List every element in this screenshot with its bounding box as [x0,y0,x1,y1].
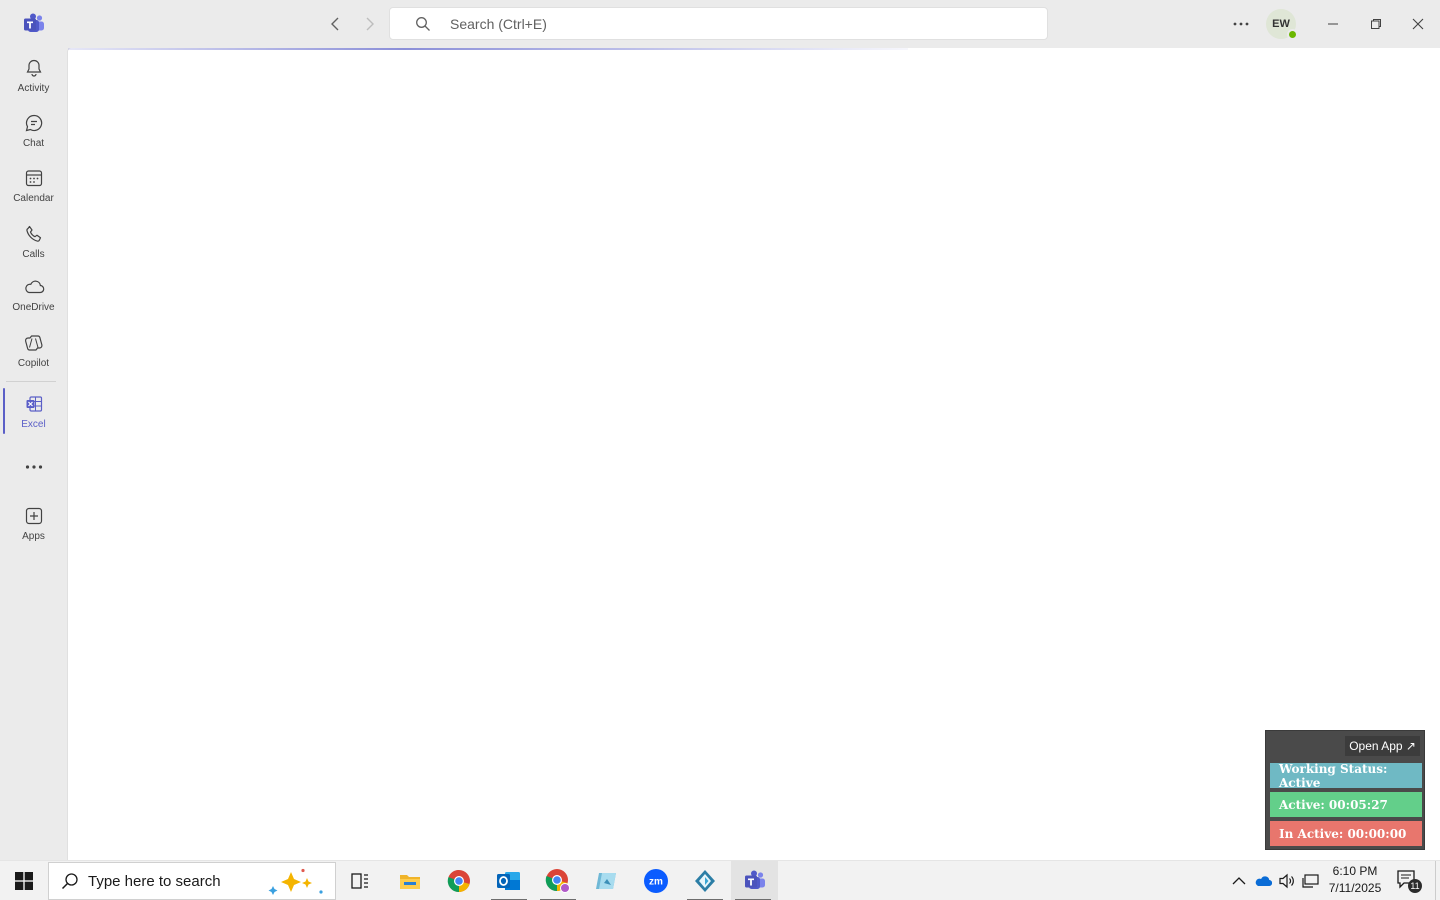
more-apps-icon[interactable] [22,455,46,479]
system-clock[interactable]: 6:10 PM 7/11/2025 [1322,863,1388,899]
sidebar-item-activity[interactable]: Activity [0,50,67,100]
clock-date: 7/11/2025 [1328,881,1382,895]
sidebar-item-label: Calls [22,249,45,260]
restore-icon[interactable] [1364,12,1388,36]
search-icon [415,16,431,32]
cloud-icon [22,275,46,299]
sparkle-icon [268,868,323,895]
copilot-icon [22,331,46,355]
sidebar-item-apps[interactable]: Apps [0,498,67,548]
app-bar: Activity Chat Calendar Calls OneDrive Co… [0,48,67,860]
sidebar-item-label: Apps [22,531,45,542]
zoom-icon[interactable]: zm [634,861,678,900]
onedrive-icon[interactable] [1252,861,1274,900]
taskbar-search-input[interactable]: Type here to search [48,862,336,900]
sidebar-item-label: Calendar [13,193,54,204]
active-timer: Active: 00:05:27 [1270,792,1422,817]
taskbar-search-text: Type here to search [88,872,221,890]
calendar-icon [22,166,46,190]
sidebar-item-label: Chat [22,138,45,149]
windows-start-icon[interactable] [0,861,48,900]
outlook-icon[interactable] [487,861,531,900]
sidebar-item-label: OneDrive [12,302,55,313]
sidebar-item-onedrive[interactable]: OneDrive [0,269,67,319]
notification-icon[interactable]: 11 [1396,869,1422,893]
clock-time: 6:10 PM [1332,864,1378,878]
sidebar-item-excel[interactable]: Excel [0,386,67,436]
back-arrow-icon[interactable] [324,12,348,36]
photos-app-icon[interactable] [585,861,629,900]
taskbar: Type here to search zm 6:10 PM 7/11/2025… [0,860,1440,900]
volume-icon[interactable] [1276,861,1298,900]
title-bar: Search (Ctrl+E) EW [0,0,1440,48]
chrome-icon[interactable] [437,861,481,900]
phone-icon [22,222,46,246]
avatar[interactable]: EW [1266,9,1298,40]
main-content [67,48,1440,860]
avatar-initials: EW [1272,18,1290,30]
teams-logo-icon[interactable] [22,12,46,36]
loading-bar [68,48,908,50]
network-icon[interactable] [1300,861,1322,900]
open-app-button[interactable]: Open App ↗ [1345,736,1420,756]
sidebar-item-chat[interactable]: Chat [0,105,67,155]
add-apps-icon [22,504,46,528]
show-desktop-button[interactable] [1435,861,1440,900]
svg-text:zm: zm [649,877,663,888]
app-icon[interactable] [683,861,727,900]
search-icon [61,872,79,890]
sidebar-item-label: Excel [21,419,46,430]
search-input[interactable]: Search (Ctrl+E) [389,7,1048,40]
sidebar-item-calendar[interactable]: Calendar [0,160,67,210]
presence-available-icon [1287,29,1298,40]
chrome-profile-icon[interactable] [536,861,580,900]
sidebar-item-calls[interactable]: Calls [0,216,67,266]
excel-icon [22,392,46,416]
chat-icon [22,111,46,135]
divider [6,381,56,382]
teams-taskbar-icon[interactable] [731,861,778,900]
search-placeholder: Search (Ctrl+E) [450,15,547,32]
chevron-up-icon[interactable] [1228,861,1250,900]
sidebar-item-label: Activity [17,83,50,94]
bell-icon [22,56,46,80]
forward-arrow-icon[interactable] [357,12,381,36]
sidebar-item-label: Copilot [17,358,50,369]
minimize-icon[interactable] [1321,12,1345,36]
time-tracker-widget: Open App ↗ Working Status: Active Active… [1265,730,1425,850]
notification-count: 11 [1408,879,1422,893]
task-view-icon[interactable] [338,861,382,900]
more-options-icon[interactable] [1228,12,1254,36]
close-icon[interactable] [1406,12,1430,36]
file-explorer-icon[interactable] [388,861,432,900]
sidebar-item-copilot[interactable]: Copilot [0,325,67,375]
inactive-timer: In Active: 00:00:00 [1270,821,1422,846]
working-status: Working Status: Active [1270,762,1422,790]
